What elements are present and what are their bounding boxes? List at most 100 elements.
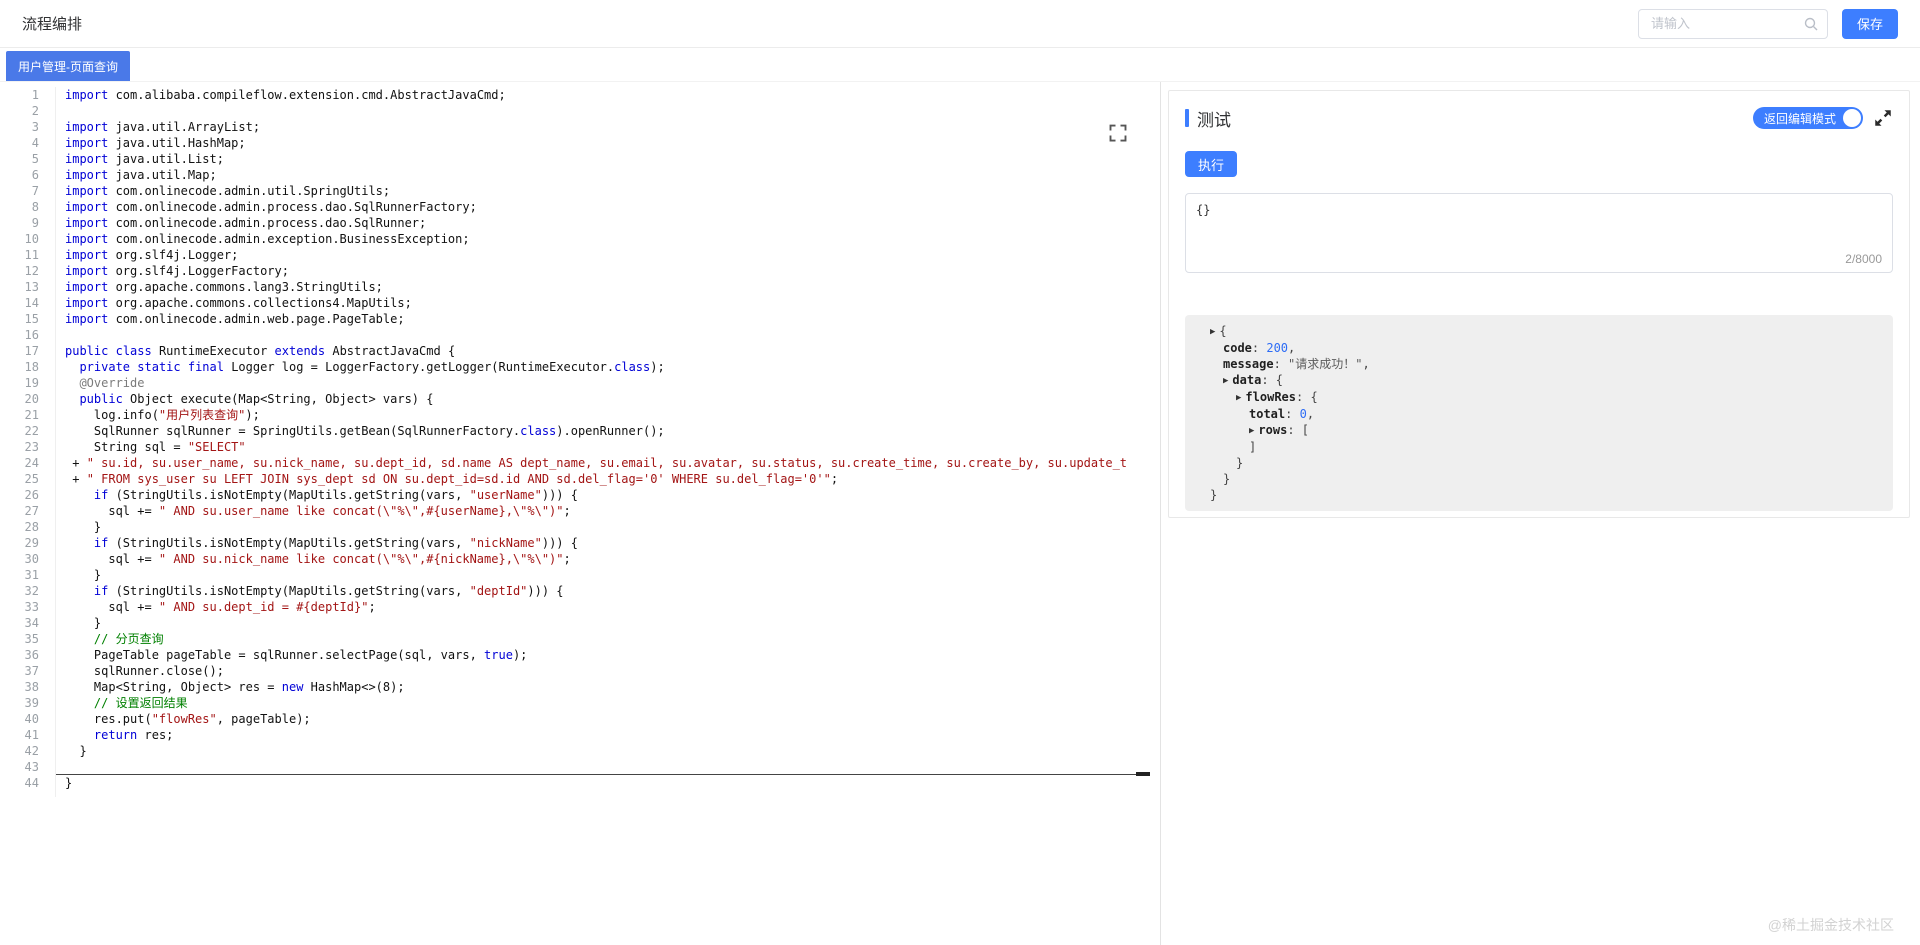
line-number: 43 (24, 760, 39, 774)
test-panel-actions: 返回编辑模式 (1752, 107, 1893, 129)
json-line: ▶ flowRes: { (1236, 390, 1318, 406)
json-line: code: 200, (1223, 341, 1296, 355)
test-input[interactable]: {} (1185, 193, 1893, 273)
code-line: import org.slf4j.LoggerFactory; (65, 264, 289, 278)
run-button[interactable]: 执行 (1185, 151, 1238, 177)
line-number: 11 (24, 248, 39, 262)
code-line: import java.util.ArrayList; (65, 120, 261, 134)
code-line: + " FROM sys_user su LEFT JOIN sys_dept … (65, 472, 839, 486)
code-line: if (StringUtils.isNotEmpty(MapUtils.getS… (93, 584, 564, 598)
code-line: import org.apache.commons.lang3.StringUt… (65, 280, 383, 294)
save-button[interactable]: 保存 (1841, 8, 1898, 39)
line-number: 29 (24, 536, 39, 550)
json-line: } (1223, 472, 1231, 486)
json-line: } (1210, 488, 1218, 502)
line-number: 26 (24, 488, 39, 502)
editor-gutter: 1 2 3 4 5 6 7 8 9 10 11 12 13 14 15 16 17 18 19 20 21 22 23 24 2… (0, 87, 56, 797)
code-line: private static final Logger log = Logger… (79, 360, 665, 374)
line-number: 25 (24, 472, 39, 486)
tab-bar: 用户管理-页面查询 (0, 48, 1920, 82)
code-line: String sql = "SELECT" (65, 440, 246, 454)
test-panel-title-text: 测试 (1197, 110, 1231, 130)
line-number: 12 (24, 264, 39, 278)
expand-arrows-icon[interactable] (1873, 108, 1893, 128)
line-number: 17 (24, 344, 39, 358)
json-line: ▶{ (1210, 324, 1227, 340)
main-split: 1 2 3 4 5 6 7 8 9 10 11 12 13 14 15 16 17 18 19 20 21 22 23 24 2… (0, 82, 1920, 945)
line-number: 1 (31, 88, 39, 102)
line-number: 32 (24, 584, 39, 598)
expand-arrow-icon[interactable]: ▶ (1249, 423, 1254, 439)
editor-code[interactable]: import com.alibaba.compileflow.extension… (56, 87, 1160, 791)
line-number: 42 (24, 744, 39, 758)
code-line: import com.onlinecode.admin.util.SpringU… (65, 184, 391, 198)
char-counter: 2/8000 (1845, 252, 1882, 266)
code-line: SqlRunner sqlRunner = SpringUtils.getBea… (65, 424, 665, 438)
toggle-label: 返回编辑模式 (1763, 111, 1836, 126)
editor-fullscreen-icon[interactable] (1108, 123, 1128, 143)
line-number: 40 (24, 712, 39, 726)
code-line: public Object execute(Map<String, Object… (79, 392, 434, 406)
back-to-edit-toggle[interactable]: 返回编辑模式 (1752, 107, 1863, 129)
line-number: 4 (31, 136, 39, 150)
line-number: 22 (24, 424, 39, 438)
code-line: return res; (93, 728, 174, 742)
code-editor[interactable]: 1 2 3 4 5 6 7 8 9 10 11 12 13 14 15 16 17 18 19 20 21 22 23 24 2… (0, 82, 1161, 945)
code-line: if (StringUtils.isNotEmpty(MapUtils.getS… (93, 488, 578, 502)
result-viewer: ▶{code: 200, message: "请求成功！", ▶ data: {▶ fl… (1185, 315, 1893, 511)
test-pane: 测试 返回编辑模式 执行 {} 2/8000 ▶ {code: 200, me… (1161, 82, 1920, 945)
json-line: } (1236, 456, 1244, 470)
line-number: 36 (24, 648, 39, 662)
line-number: 5 (31, 152, 39, 166)
toggle-knob-icon (1843, 109, 1861, 127)
code-line: import com.alibaba.compileflow.extension… (65, 88, 506, 102)
code-line: } (65, 744, 87, 758)
json-line: total: 0, (1249, 407, 1315, 421)
json-line: ▶ data: { (1223, 373, 1284, 389)
test-panel: 测试 返回编辑模式 执行 {} 2/8000 ▶ {code: 200, me… (1168, 90, 1910, 518)
code-line: import com.onlinecode.admin.exception.Bu… (65, 232, 470, 246)
line-number: 33 (24, 600, 39, 614)
expand-arrow-icon[interactable]: ▶ (1236, 390, 1241, 406)
code-line: // 分页查询 (93, 632, 164, 646)
line-number: 28 (24, 520, 39, 534)
tab-user-page-query[interactable]: 用户管理-页面查询 (6, 51, 130, 81)
code-line: Map<String, Object> res = new HashMap<>(… (65, 680, 405, 694)
line-number: 34 (24, 616, 39, 630)
accent-bar (1185, 109, 1189, 127)
line-number: 44 (24, 776, 39, 790)
code-line: sql += " AND su.dept_id = #{deptId}"; (65, 600, 376, 614)
line-number: 21 (24, 408, 39, 422)
topbar-actions: 保存 (1637, 8, 1898, 39)
code-line: import com.onlinecode.admin.process.dao.… (65, 216, 427, 230)
test-panel-title: 测试 (1185, 106, 1231, 131)
code-line: import org.apache.commons.collections4.M… (65, 296, 412, 310)
code-line: if (StringUtils.isNotEmpty(MapUtils.getS… (93, 536, 578, 550)
line-number: 31 (24, 568, 39, 582)
code-line: } (65, 520, 102, 534)
code-line: } (65, 616, 102, 630)
horizontal-scrollbar[interactable] (56, 774, 1150, 775)
code-line: sql += " AND su.user_name like concat(\"… (65, 504, 571, 518)
code-line: } (65, 776, 73, 790)
search-input[interactable] (1637, 8, 1828, 39)
line-number: 15 (24, 312, 39, 326)
watermark: @稀土掘金技术社区 (1767, 917, 1894, 933)
line-number: 8 (31, 200, 39, 214)
expand-arrow-icon[interactable]: ▶ (1210, 324, 1215, 340)
line-number: 13 (24, 280, 39, 294)
code-line: sqlRunner.close(); (65, 664, 224, 678)
search-icon[interactable] (1803, 16, 1819, 32)
app-root: 流程编排 保存 用户管理-页面查询 1234567891011121314151… (0, 0, 1920, 945)
line-number: 27 (24, 504, 39, 518)
line-number: 3 (31, 120, 39, 134)
scrollbar-thumb[interactable] (1136, 772, 1150, 776)
line-number: 41 (24, 728, 39, 742)
code-line: } (65, 568, 102, 582)
line-number: 30 (24, 552, 39, 566)
line-number: 7 (31, 184, 39, 198)
test-panel-header: 测试 返回编辑模式 (1185, 105, 1893, 131)
expand-arrow-icon[interactable]: ▶ (1223, 373, 1228, 389)
